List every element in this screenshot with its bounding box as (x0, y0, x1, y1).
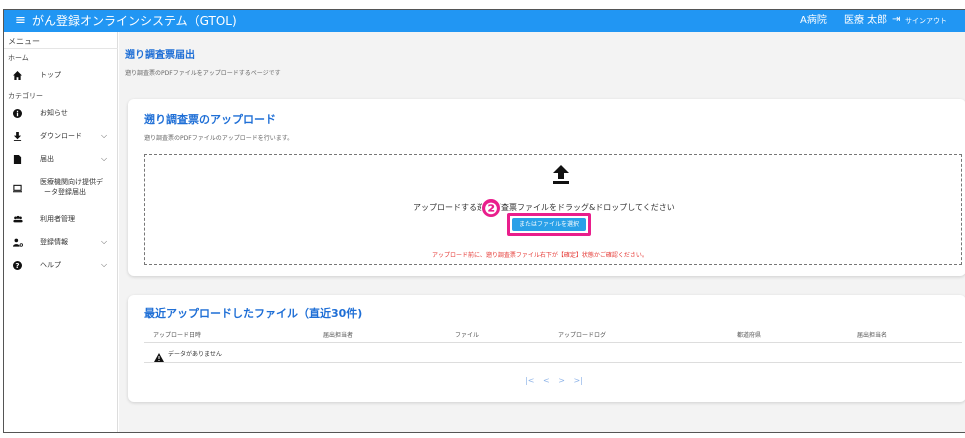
table-row: データがありません (144, 343, 962, 363)
user-settings-icon (13, 238, 24, 247)
sidebar-item-submission[interactable]: 届出 ⌵ (4, 153, 118, 169)
download-icon (13, 132, 22, 141)
users-icon (13, 215, 23, 224)
column-header[interactable]: 届出担当名 (857, 330, 887, 339)
sidebar-item-label: トップ (40, 71, 61, 79)
info-icon (13, 109, 22, 118)
chevron-down-icon: ⌵ (101, 154, 108, 163)
sidebar-item-top[interactable]: トップ (4, 69, 118, 85)
sidebar-item-label: お知らせ (40, 109, 68, 117)
sidebar-item-download[interactable]: ダウンロード ⌵ (4, 130, 118, 146)
upload-icon (552, 165, 570, 185)
column-header[interactable]: アップロードログ (558, 330, 606, 339)
chevron-down-icon: ⌵ (101, 237, 108, 246)
hospital-name: A病院 (800, 15, 827, 26)
app-header: ≡ がん登録オンラインシステム（GTOL) A病院 医療 太郎 ⇥ サインアウト (4, 10, 965, 32)
sidebar-item-label: ヘルプ (40, 261, 61, 269)
file-dropzone[interactable]: アップロードする遡り調査票ファイルをドラッグ&ドロップしてください ❷ またはフ… (144, 154, 962, 265)
chevron-down-icon: ⌵ (101, 131, 108, 140)
first-page-button[interactable]: |< (525, 376, 534, 385)
upload-card-subtitle: 遡り調査票のPDFファイルのアップロードを行います。 (144, 135, 294, 142)
recent-uploads-title: 最近アップロードしたファイル（直近30件) (144, 307, 363, 320)
monitor-icon (13, 184, 22, 193)
menu-heading: メニュー (8, 37, 40, 46)
sidebar-item-users[interactable]: 利用者管理 (4, 213, 118, 229)
help-icon: ? (13, 261, 22, 270)
signout-button[interactable]: サインアウト (905, 16, 947, 26)
sidebar-item-help[interactable]: ? ヘルプ ⌵ (4, 259, 118, 275)
main-content: 遡り調査票届出 遡り調査票のPDFファイルをアップロードするページです 遡り調査… (119, 32, 965, 432)
outer-margin-bottom (0, 433, 965, 438)
sidebar-item-label-line2: ータ登録届出 (44, 188, 86, 196)
prev-page-button[interactable]: < (543, 376, 550, 385)
sidebar-item-label: ダウンロード (40, 132, 82, 140)
sidebar-item-news[interactable]: お知らせ (4, 107, 118, 123)
outer-margin-top (0, 0, 965, 9)
pagination: |< < > >| (525, 376, 589, 385)
last-page-button[interactable]: >| (573, 376, 582, 385)
select-file-highlight: またはファイルを選択 (507, 213, 591, 236)
chevron-down-icon: ⌵ (101, 260, 108, 269)
select-file-button[interactable]: またはファイルを選択 (512, 218, 586, 231)
column-header[interactable]: 届出担当者 (323, 330, 353, 339)
dropzone-instruction: アップロードする遡り調査票ファイルをドラッグ&ドロップしてください (413, 203, 675, 212)
sidebar-item-label: 利用者管理 (40, 215, 75, 223)
page-title: 遡り調査票届出 (125, 50, 195, 61)
page-subtitle: 遡り調査票のPDFファイルをアップロードするページです (125, 70, 281, 77)
column-header[interactable]: 都道府県 (737, 330, 761, 339)
table-header: アップロード日時 届出担当者 ファイル アップロードログ 都道府県 届出担当名 (144, 325, 962, 343)
sidebar-item-label: 医療機関向け提供デ (40, 178, 103, 186)
home-heading: ホーム (8, 54, 29, 62)
app-window: ≡ がん登録オンラインシステム（GTOL) A病院 医療 太郎 ⇥ サインアウト… (3, 9, 965, 433)
sidebar-item-label: 届出 (40, 155, 54, 163)
user-name: 医療 太郎 (844, 15, 888, 26)
document-icon (13, 155, 22, 164)
step-number-badge: ❷ (481, 198, 501, 218)
sidebar-item-label: 登録情報 (40, 238, 68, 246)
hamburger-icon[interactable]: ≡ (15, 12, 26, 30)
upload-card: 遡り調査票のアップロード 遡り調査票のPDFファイルのアップロードを行います。 … (128, 99, 965, 276)
column-header[interactable]: ファイル (455, 330, 479, 339)
category-heading: カテゴリー (8, 92, 43, 100)
no-data-message: データがありません (168, 351, 222, 358)
upload-card-title: 遡り調査票のアップロード (144, 113, 276, 126)
upload-warning-text: アップロード前に、遡り調査票ファイル右下が【確定】状態かご確認ください。 (432, 252, 648, 259)
warning-icon (154, 347, 164, 362)
app-title: がん登録オンラインシステム（GTOL) (32, 14, 237, 28)
sidebar: メニュー ホーム トップ カテゴリー お知らせ ダウンロード ⌵ 届出 ⌵ 医療… (4, 32, 118, 432)
sidebar-item-registration[interactable]: 登録情報 ⌵ (4, 236, 118, 252)
recent-uploads-card: 最近アップロードしたファイル（直近30件) アップロード日時 届出担当者 ファイ… (128, 295, 965, 402)
next-page-button[interactable]: > (558, 376, 565, 385)
home-icon (13, 71, 22, 80)
divider (4, 48, 118, 49)
svg-text:?: ? (15, 261, 19, 270)
signout-icon[interactable]: ⇥ (892, 14, 900, 26)
column-header[interactable]: アップロード日時 (153, 330, 201, 339)
sidebar-item-medical-data[interactable]: 医療機関向け提供デ ータ登録届出 (4, 178, 118, 202)
